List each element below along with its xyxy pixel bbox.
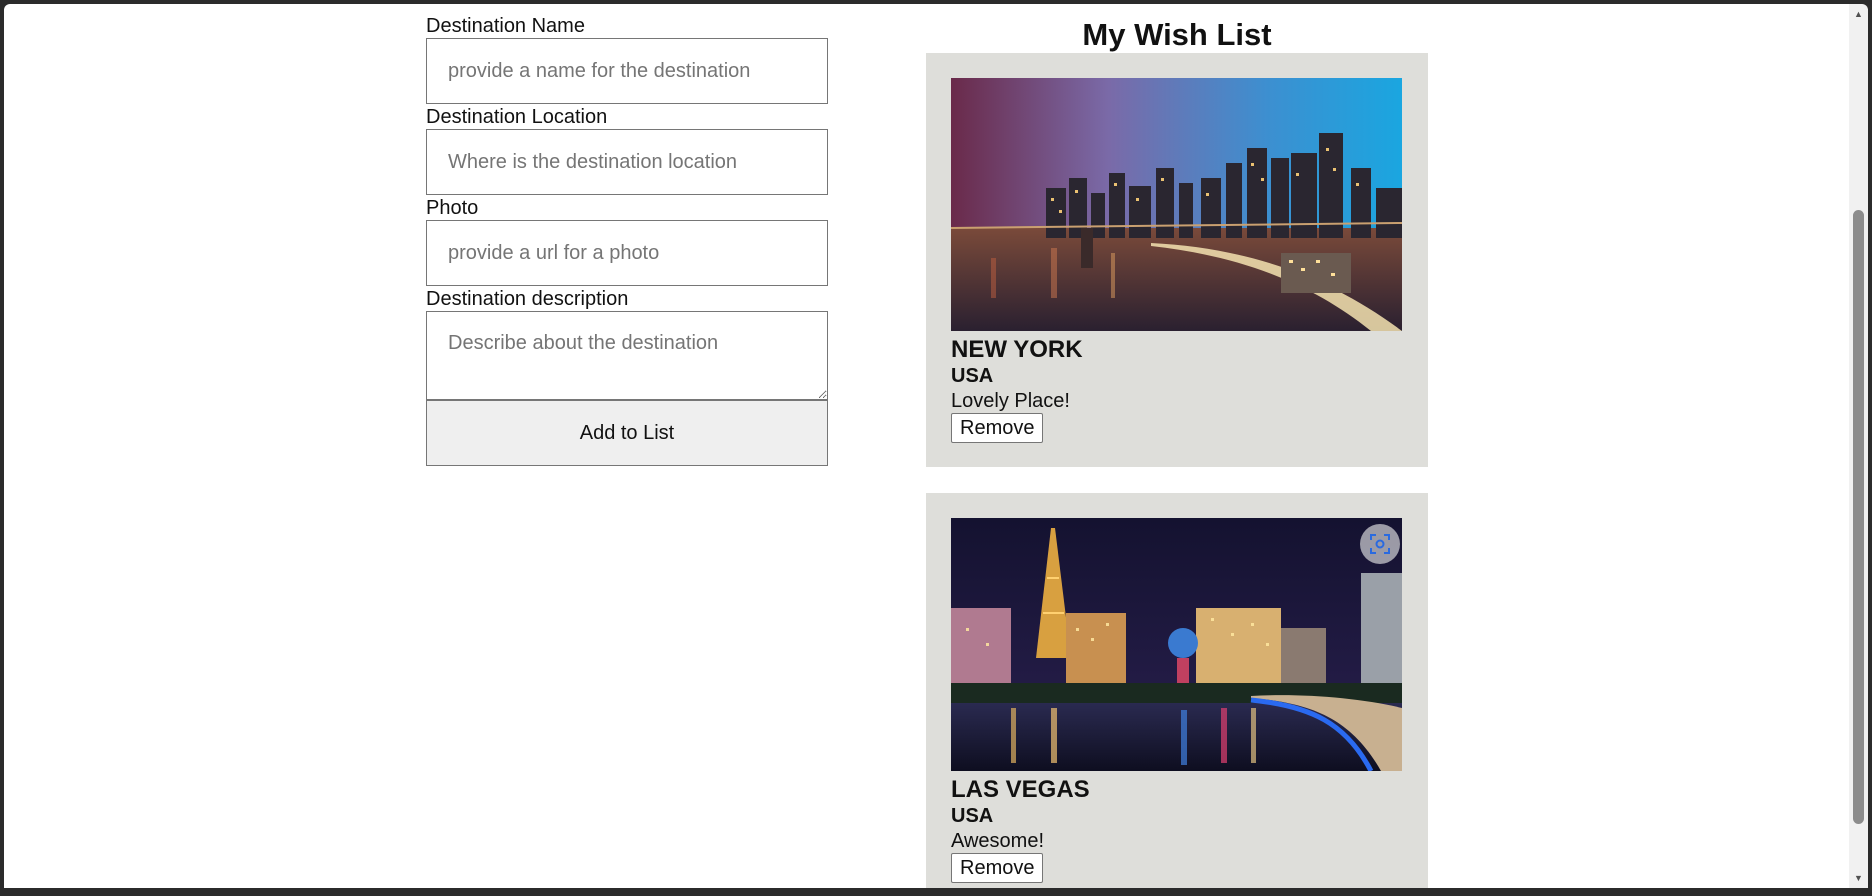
- destination-location-label: Destination Location: [426, 106, 608, 128]
- las-vegas-image: [951, 518, 1402, 771]
- destination-location: USA: [951, 365, 994, 387]
- destination-location-input[interactable]: [426, 129, 828, 195]
- wish-list: My Wish List NEW YORK USA Lovely Place! …: [926, 14, 1428, 888]
- wish-list-title: My Wish List: [1082, 17, 1272, 52]
- destination-description: Lovely Place!: [951, 390, 1070, 412]
- destination-card: LAS VEGAS USA Awesome! Remove: [926, 493, 1428, 888]
- destination-description-textarea[interactable]: [426, 311, 828, 400]
- destination-description-label: Destination description: [426, 288, 629, 310]
- destination-name-input[interactable]: [426, 38, 828, 104]
- destination-location: USA: [951, 805, 994, 827]
- destination-description: Awesome!: [951, 830, 1045, 852]
- destination-name: LAS VEGAS: [951, 776, 1090, 803]
- scrollbar-thumb[interactable]: [1853, 210, 1864, 824]
- destination-photo: [951, 518, 1402, 771]
- new-york-skyline-image: [951, 78, 1402, 331]
- browser-viewport: Destination Name Destination Location Ph…: [4, 4, 1849, 888]
- add-to-list-button[interactable]: Add to List: [426, 400, 828, 466]
- vertical-scrollbar[interactable]: ▲ ▼: [1849, 4, 1868, 888]
- scroll-up-arrow-icon[interactable]: ▲: [1849, 6, 1868, 22]
- lens-icon: [1370, 534, 1390, 554]
- destination-name-label: Destination Name: [426, 15, 585, 37]
- destination-name: NEW YORK: [951, 336, 1083, 363]
- add-destination-form: Destination Name Destination Location Ph…: [426, 14, 828, 466]
- photo-url-input[interactable]: [426, 220, 828, 286]
- remove-button[interactable]: Remove: [951, 853, 1044, 883]
- image-search-lens-button[interactable]: [1360, 524, 1400, 564]
- scroll-down-arrow-icon[interactable]: ▼: [1849, 870, 1868, 886]
- destination-photo: [951, 78, 1402, 331]
- destination-card: NEW YORK USA Lovely Place! Remove: [926, 53, 1428, 467]
- remove-button[interactable]: Remove: [951, 413, 1044, 443]
- photo-label: Photo: [426, 197, 479, 219]
